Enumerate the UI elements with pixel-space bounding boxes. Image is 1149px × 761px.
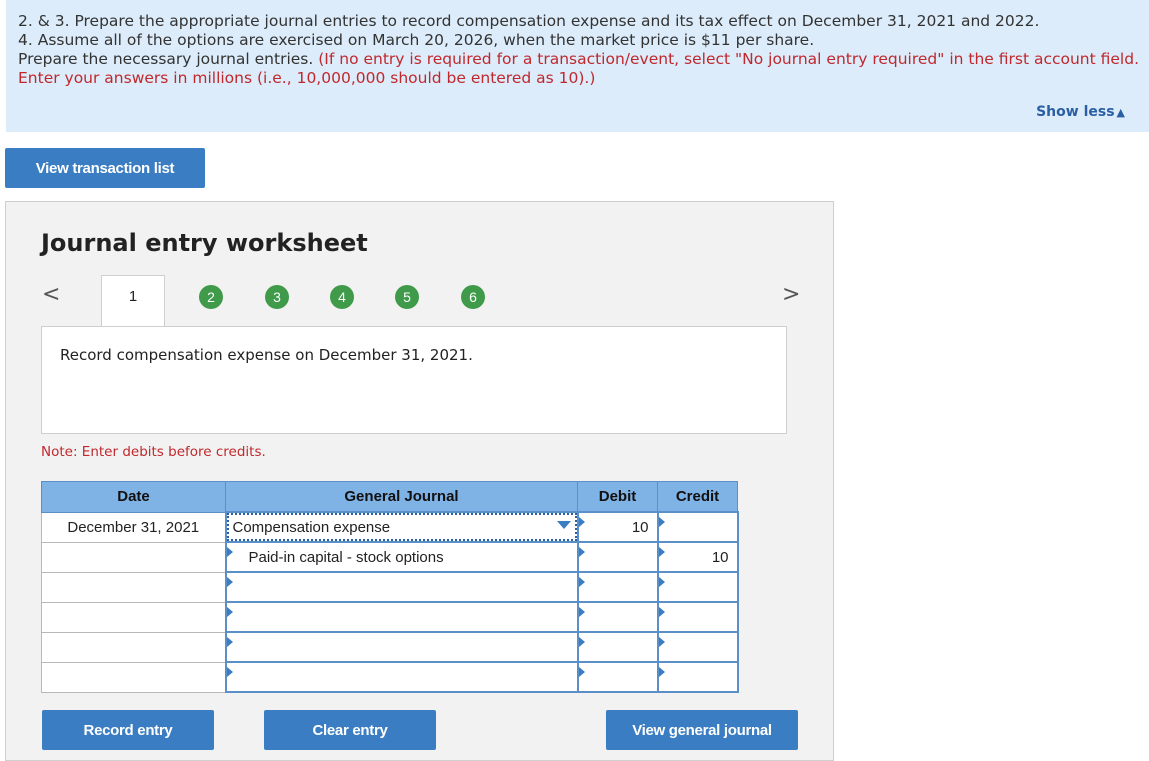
account-select-value: Paid-in capital - stock options bbox=[248, 548, 444, 566]
worksheet-title: Journal entry worksheet bbox=[41, 229, 368, 257]
debit-input[interactable] bbox=[576, 601, 659, 633]
date-cell[interactable]: December 31, 2021 bbox=[41, 511, 226, 543]
journal-entry-worksheet-panel: Journal entry worksheet < 1 2 3 4 5 6 > … bbox=[5, 201, 834, 761]
debit-credit-note: Note: Enter debits before credits. bbox=[41, 444, 266, 460]
credit-input[interactable]: 10 bbox=[656, 541, 739, 573]
account-select[interactable] bbox=[224, 571, 579, 603]
debit-input[interactable]: 10 bbox=[576, 511, 659, 543]
instruction-line-2: 4. Assume all of the options are exercis… bbox=[18, 31, 815, 49]
journal-header-row: Date General Journal Debit Credit bbox=[41, 481, 738, 513]
cell-marker-icon bbox=[578, 517, 585, 527]
view-transaction-list-button[interactable]: View transaction list bbox=[5, 148, 205, 188]
date-header: Date bbox=[41, 481, 226, 513]
prev-arrow-icon[interactable]: < bbox=[42, 282, 60, 307]
account-select[interactable] bbox=[224, 601, 579, 633]
tab-1[interactable]: 1 bbox=[101, 275, 165, 327]
debit-input[interactable] bbox=[576, 661, 659, 693]
table-row: Paid-in capital - stock options 10 bbox=[41, 541, 739, 573]
instruction-line-3: Prepare the necessary journal entries. (… bbox=[18, 50, 1149, 88]
cell-marker-icon bbox=[226, 577, 233, 587]
next-arrow-icon[interactable]: > bbox=[782, 282, 800, 307]
debit-input[interactable] bbox=[576, 571, 659, 603]
tab-3[interactable]: 3 bbox=[265, 285, 289, 309]
credit-input[interactable] bbox=[656, 661, 739, 693]
date-cell[interactable] bbox=[41, 631, 226, 663]
cell-marker-icon bbox=[578, 637, 585, 647]
cell-marker-icon bbox=[226, 607, 233, 617]
date-cell[interactable] bbox=[41, 541, 226, 573]
triangle-up-icon: ▲ bbox=[1116, 106, 1125, 119]
account-select-value: Compensation expense bbox=[232, 518, 391, 536]
cell-marker-icon bbox=[658, 517, 665, 527]
date-cell[interactable] bbox=[41, 661, 226, 693]
general-journal-header: General Journal bbox=[225, 481, 578, 513]
cell-marker-icon bbox=[658, 577, 665, 587]
date-cell[interactable] bbox=[41, 601, 226, 633]
credit-input[interactable] bbox=[656, 631, 739, 663]
table-row bbox=[41, 661, 739, 693]
table-row bbox=[41, 601, 739, 633]
tab-5[interactable]: 5 bbox=[395, 285, 419, 309]
cell-marker-icon bbox=[658, 667, 665, 677]
tab-4[interactable]: 4 bbox=[330, 285, 354, 309]
cell-marker-icon bbox=[226, 637, 233, 647]
debit-input[interactable] bbox=[576, 631, 659, 663]
table-row bbox=[41, 631, 739, 663]
cell-marker-icon bbox=[658, 637, 665, 647]
credit-input[interactable] bbox=[656, 571, 739, 603]
journal-table: Date General Journal Debit Credit Decemb… bbox=[41, 481, 739, 693]
cell-marker-icon bbox=[578, 577, 585, 587]
cell-marker-icon bbox=[658, 547, 665, 557]
transaction-description: Record compensation expense on December … bbox=[41, 326, 787, 434]
debit-input[interactable] bbox=[576, 541, 659, 573]
credit-input[interactable] bbox=[656, 511, 739, 543]
tab-2[interactable]: 2 bbox=[199, 285, 223, 309]
cell-marker-icon bbox=[578, 667, 585, 677]
cell-marker-icon bbox=[226, 667, 233, 677]
instructions-panel: 2. & 3. Prepare the appropriate journal … bbox=[6, 0, 1149, 132]
instruction-line-3-text: Prepare the necessary journal entries. bbox=[18, 50, 314, 68]
account-select[interactable] bbox=[224, 661, 579, 693]
tab-6[interactable]: 6 bbox=[461, 285, 485, 309]
credit-header: Credit bbox=[657, 481, 738, 513]
cell-marker-icon bbox=[578, 607, 585, 617]
cell-marker-icon bbox=[578, 547, 585, 557]
cell-marker-icon bbox=[658, 607, 665, 617]
table-row: December 31, 2021 Compensation expense 1… bbox=[41, 511, 739, 543]
clear-entry-button[interactable]: Clear entry bbox=[264, 710, 436, 750]
debit-value: 10 bbox=[631, 518, 649, 536]
cell-marker-icon bbox=[226, 547, 233, 557]
debit-header: Debit bbox=[577, 481, 658, 513]
record-entry-button[interactable]: Record entry bbox=[42, 710, 214, 750]
chevron-down-icon[interactable] bbox=[556, 521, 571, 529]
table-row bbox=[41, 571, 739, 603]
account-select[interactable] bbox=[224, 631, 579, 663]
show-less-link[interactable]: Show less ▲ bbox=[1036, 103, 1125, 122]
credit-input[interactable] bbox=[656, 601, 739, 633]
instruction-line-1: 2. & 3. Prepare the appropriate journal … bbox=[18, 12, 1040, 30]
account-select[interactable]: Compensation expense bbox=[224, 511, 579, 543]
date-cell[interactable] bbox=[41, 571, 226, 603]
view-general-journal-button[interactable]: View general journal bbox=[606, 710, 798, 750]
show-less-label: Show less bbox=[1036, 104, 1115, 120]
credit-value: 10 bbox=[711, 548, 729, 566]
account-select[interactable]: Paid-in capital - stock options bbox=[224, 541, 579, 573]
transaction-description-text: Record compensation expense on December … bbox=[60, 346, 473, 364]
